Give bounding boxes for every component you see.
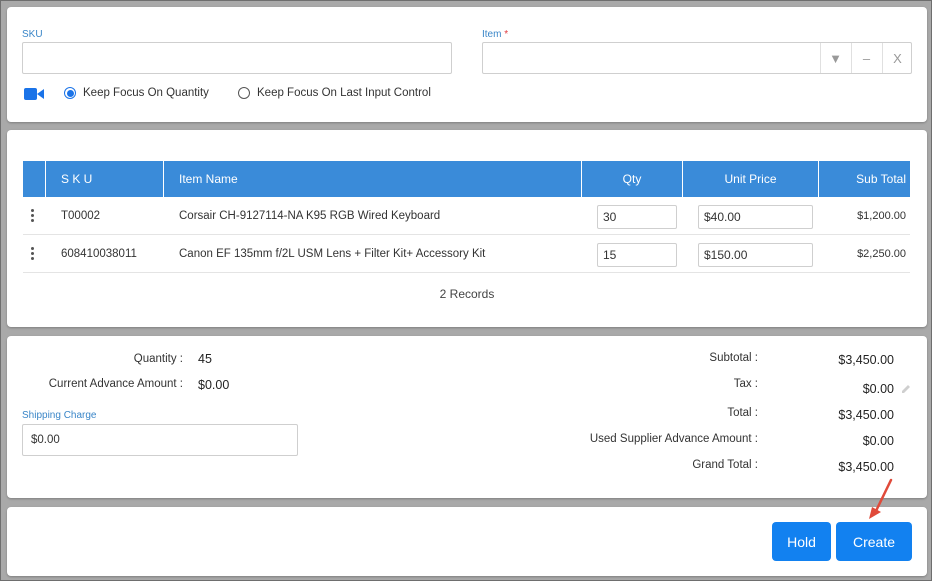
item-label: Item * [482, 29, 509, 40]
kebab-menu-icon[interactable] [31, 197, 34, 234]
close-icon[interactable]: X [882, 43, 912, 73]
total-value: $3,450.00 [838, 408, 894, 422]
used-advance-value: $0.00 [862, 434, 894, 448]
column-header-sku[interactable]: S K U [46, 161, 164, 197]
grid-header-menu [23, 161, 46, 197]
row-sub-total: $1,200.00 [857, 209, 906, 222]
camera-icon[interactable] [24, 87, 44, 101]
item-entry-card: SKU Item * ▼ – X Keep Focus On Quantity … [7, 7, 927, 122]
unit-price-input[interactable]: $40.00 [698, 205, 813, 229]
total-label: Total : [727, 407, 758, 419]
annotation-arrow [869, 478, 893, 519]
row-sku: T00002 [61, 209, 101, 222]
row-sub-total: $2,250.00 [857, 247, 906, 260]
items-grid-card: S K U Item Name Qty Unit Price Sub Total… [7, 130, 927, 327]
radio-button[interactable] [238, 87, 250, 99]
radio-button-selected[interactable] [64, 87, 76, 99]
unit-price-input[interactable]: $150.00 [698, 243, 813, 267]
row-sku: 608410038011 [61, 247, 137, 260]
quantity-label: Quantity : [133, 353, 183, 365]
create-button[interactable]: Create [836, 522, 912, 561]
radio-keep-focus-last-input[interactable]: Keep Focus On Last Input Control [238, 87, 431, 99]
advance-label: Current Advance Amount : [48, 378, 183, 390]
column-header-qty[interactable]: Qty [582, 161, 683, 197]
sku-input[interactable] [22, 42, 452, 74]
radio-keep-focus-quantity[interactable]: Keep Focus On Quantity [64, 87, 209, 99]
records-count: 2 Records [439, 287, 495, 301]
shipping-label: Shipping Charge [22, 410, 97, 421]
quantity-value: 45 [198, 352, 212, 366]
used-advance-label: Used Supplier Advance Amount : [589, 433, 758, 445]
row-item-name: Canon EF 135mm f/2L USM Lens + Filter Ki… [179, 247, 486, 260]
item-combobox[interactable]: ▼ – X [482, 42, 912, 74]
summary-card: Quantity : 45 Current Advance Amount : $… [7, 336, 927, 498]
grand-total-value: $3,450.00 [838, 460, 894, 474]
advance-value: $0.00 [198, 378, 230, 392]
grand-total-label: Grand Total : [692, 459, 758, 471]
qty-input[interactable]: 15 [597, 243, 677, 267]
column-header-item-name[interactable]: Item Name [164, 161, 582, 197]
qty-input[interactable]: 30 [597, 205, 677, 229]
pencil-icon[interactable] [900, 382, 912, 394]
window-frame: SKU Item * ▼ – X Keep Focus On Quantity … [0, 0, 932, 581]
row-item-name: Corsair CH-9127114-NA K95 RGB Wired Keyb… [179, 209, 441, 222]
table-row: 608410038011 Canon EF 135mm f/2L USM Len… [23, 235, 910, 273]
actions-card: Hold Create [7, 507, 927, 576]
sku-label: SKU [22, 29, 43, 40]
chevron-down-icon[interactable]: ▼ [820, 43, 850, 73]
tax-value: $0.00 [862, 382, 894, 396]
grid-header: S K U Item Name Qty Unit Price Sub Total [23, 161, 910, 197]
subtotal-value: $3,450.00 [838, 353, 894, 367]
table-row: T00002 Corsair CH-9127114-NA K95 RGB Wir… [23, 197, 910, 235]
hold-button[interactable]: Hold [772, 522, 831, 561]
clear-icon[interactable]: – [851, 43, 881, 73]
subtotal-label: Subtotal : [709, 352, 758, 364]
column-header-unit-price[interactable]: Unit Price [683, 161, 819, 197]
column-header-sub-total[interactable]: Sub Total [819, 161, 910, 197]
kebab-menu-icon[interactable] [31, 235, 34, 272]
required-marker: * [504, 29, 509, 40]
shipping-charge-input[interactable]: $0.00 [22, 424, 298, 456]
tax-label: Tax : [733, 378, 758, 390]
